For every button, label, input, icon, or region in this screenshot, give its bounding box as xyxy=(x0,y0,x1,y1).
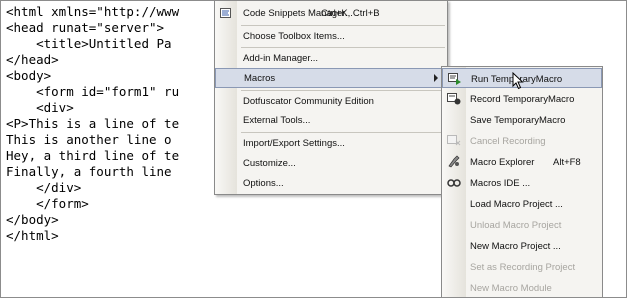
menu-item-macros[interactable]: Macros xyxy=(215,68,447,88)
submenu-item-record-temporary-macro[interactable]: Record TemporaryMacro xyxy=(442,89,602,109)
cancel-recording-icon xyxy=(447,135,461,146)
macro-explorer-icon xyxy=(448,155,460,168)
menu-item-customize[interactable]: Customize... xyxy=(215,154,447,174)
menu-item-label: Choose Toolbox Items... xyxy=(243,31,345,42)
code-line: </html> xyxy=(6,228,59,243)
submenu-item-shortcut: Alt+F8 xyxy=(553,157,581,168)
code-snippets-icon xyxy=(220,8,231,18)
code-line: Hey, a third line of te xyxy=(6,148,180,163)
submenu-item-label: Record TemporaryMacro xyxy=(470,94,575,105)
submenu-item-label: New Macro Project ... xyxy=(470,241,561,252)
code-line: <html xmlns="http://www xyxy=(6,4,180,19)
submenu-item-macro-explorer[interactable]: Macro Explorer Alt+F8 xyxy=(442,152,602,172)
code-line: </div> xyxy=(6,180,82,195)
code-line: </head> xyxy=(6,52,59,67)
submenu-item-macros-ide[interactable]: Macros IDE ... xyxy=(442,173,602,193)
menu-item-label: Options... xyxy=(243,178,284,189)
submenu-item-label: Set as Recording Project xyxy=(470,262,576,273)
menu-item-label: Dotfuscator Community Edition xyxy=(243,96,374,107)
submenu-item-save-temporary-macro[interactable]: Save TemporaryMacro xyxy=(442,110,602,130)
submenu-item-set-as-recording-project: Set as Recording Project xyxy=(442,257,602,277)
menu-item-options[interactable]: Options... xyxy=(215,174,447,194)
submenu-item-label: Macros IDE ... xyxy=(470,178,531,189)
code-line: </body> xyxy=(6,212,59,227)
menu-item-label: External Tools... xyxy=(243,115,311,126)
macros-submenu: Run TemporaryMacro Record TemporaryMacro… xyxy=(441,66,603,297)
menu-item-shortcut: Ctrl+K, Ctrl+B xyxy=(321,8,380,19)
submenu-item-load-macro-project[interactable]: Load Macro Project ... xyxy=(442,194,602,214)
submenu-item-label: New Macro Module xyxy=(470,283,552,294)
submenu-item-new-macro-module: New Macro Module xyxy=(442,278,602,298)
tools-menu: Code Snippets Manager... Ctrl+K, Ctrl+B … xyxy=(214,0,448,195)
submenu-item-label: Unload Macro Project xyxy=(470,220,562,231)
menu-item-label: Import/Export Settings... xyxy=(243,138,345,149)
menu-item-label: Customize... xyxy=(243,158,296,169)
submenu-item-new-macro-project[interactable]: New Macro Project ... xyxy=(442,236,602,256)
submenu-item-label: Load Macro Project ... xyxy=(470,199,563,210)
menu-item-external-tools[interactable]: External Tools... xyxy=(215,111,447,131)
code-line: This is another line o xyxy=(6,132,172,147)
menu-separator xyxy=(241,90,445,91)
submenu-item-label: Cancel Recording xyxy=(470,136,546,147)
mouse-cursor-icon xyxy=(512,72,524,90)
code-editor[interactable]: <html xmlns="http://www <head runat="ser… xyxy=(6,4,246,284)
code-line: <head runat="server"> xyxy=(6,20,165,35)
code-line: Finally, a fourth line xyxy=(6,164,172,179)
code-line: <P>This is a line of te xyxy=(6,116,180,131)
macros-ide-icon xyxy=(447,179,461,187)
run-macro-icon xyxy=(448,73,461,85)
submenu-item-cancel-recording: Cancel Recording xyxy=(442,131,602,151)
code-line: <form id="form1" ru xyxy=(6,84,180,99)
record-macro-icon xyxy=(447,93,461,105)
menu-item-import-export-settings[interactable]: Import/Export Settings... xyxy=(215,134,447,154)
menu-separator xyxy=(241,25,445,26)
submenu-arrow-icon xyxy=(434,74,438,82)
menu-item-choose-toolbox-items[interactable]: Choose Toolbox Items... xyxy=(215,27,447,47)
submenu-item-label: Save TemporaryMacro xyxy=(470,115,566,126)
menu-item-add-in-manager[interactable]: Add-in Manager... xyxy=(215,49,447,69)
menu-separator xyxy=(241,47,445,48)
code-line: <body> xyxy=(6,68,52,83)
code-line: </form> xyxy=(6,196,89,211)
submenu-item-unload-macro-project: Unload Macro Project xyxy=(442,215,602,235)
menu-item-dotfuscator[interactable]: Dotfuscator Community Edition xyxy=(215,92,447,112)
menu-item-code-snippets-manager[interactable]: Code Snippets Manager... Ctrl+K, Ctrl+B xyxy=(215,4,447,24)
code-line: <title>Untitled Pa xyxy=(6,36,172,51)
menu-separator xyxy=(241,132,445,133)
code-line: <div> xyxy=(6,100,74,115)
menu-item-label: Macros xyxy=(244,73,276,84)
submenu-item-label: Macro Explorer xyxy=(470,157,535,168)
menu-item-label: Add-in Manager... xyxy=(243,53,318,64)
